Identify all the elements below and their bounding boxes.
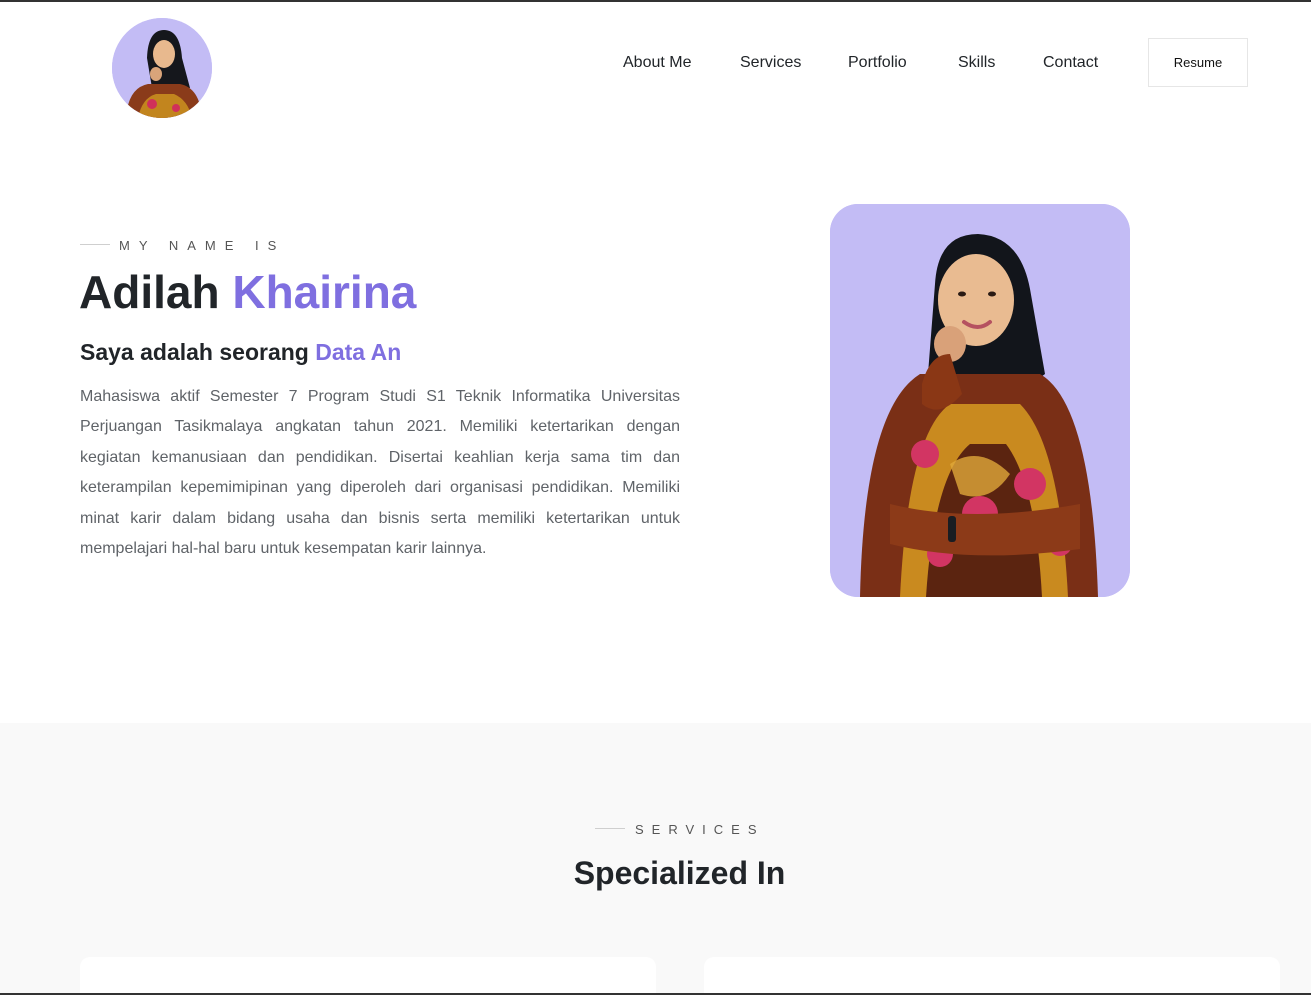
hero-name: Adilah Khairina	[79, 264, 416, 320]
eyebrow-divider	[80, 244, 110, 245]
service-card	[80, 957, 656, 995]
hero-last-name: Khairina	[232, 266, 417, 318]
hero-role: Saya adalah seorang Data An	[80, 337, 401, 367]
hero-role-typed: Data An	[315, 339, 402, 365]
services-eyebrow-divider	[595, 828, 625, 829]
nav-contact[interactable]: Contact	[1043, 53, 1098, 73]
portrait-photo-image	[830, 204, 1130, 597]
hero-first-name: Adilah	[79, 266, 220, 318]
resume-button[interactable]: Resume	[1148, 38, 1248, 87]
portrait-avatar-image	[112, 18, 212, 118]
hero-role-prefix: Saya adalah seorang	[80, 339, 309, 365]
nav-skills[interactable]: Skills	[958, 53, 995, 73]
hero-description: Mahasiswa aktif Semester 7 Program Studi…	[80, 388, 680, 558]
services-title: Specialized In	[573, 855, 786, 891]
services-eyebrow: SERVICES	[635, 822, 765, 837]
avatar-logo[interactable]	[112, 18, 212, 118]
hero-portrait	[830, 204, 1130, 597]
site-header: About Me Services Portfolio Skills Conta…	[0, 2, 1311, 132]
nav-services[interactable]: Services	[740, 53, 801, 73]
nav-about-me[interactable]: About Me	[623, 53, 691, 73]
service-card	[704, 957, 1280, 995]
nav-portfolio[interactable]: Portfolio	[848, 53, 907, 73]
services-section: SERVICES Specialized In	[0, 723, 1311, 995]
hero-eyebrow: MY NAME IS	[119, 238, 286, 253]
